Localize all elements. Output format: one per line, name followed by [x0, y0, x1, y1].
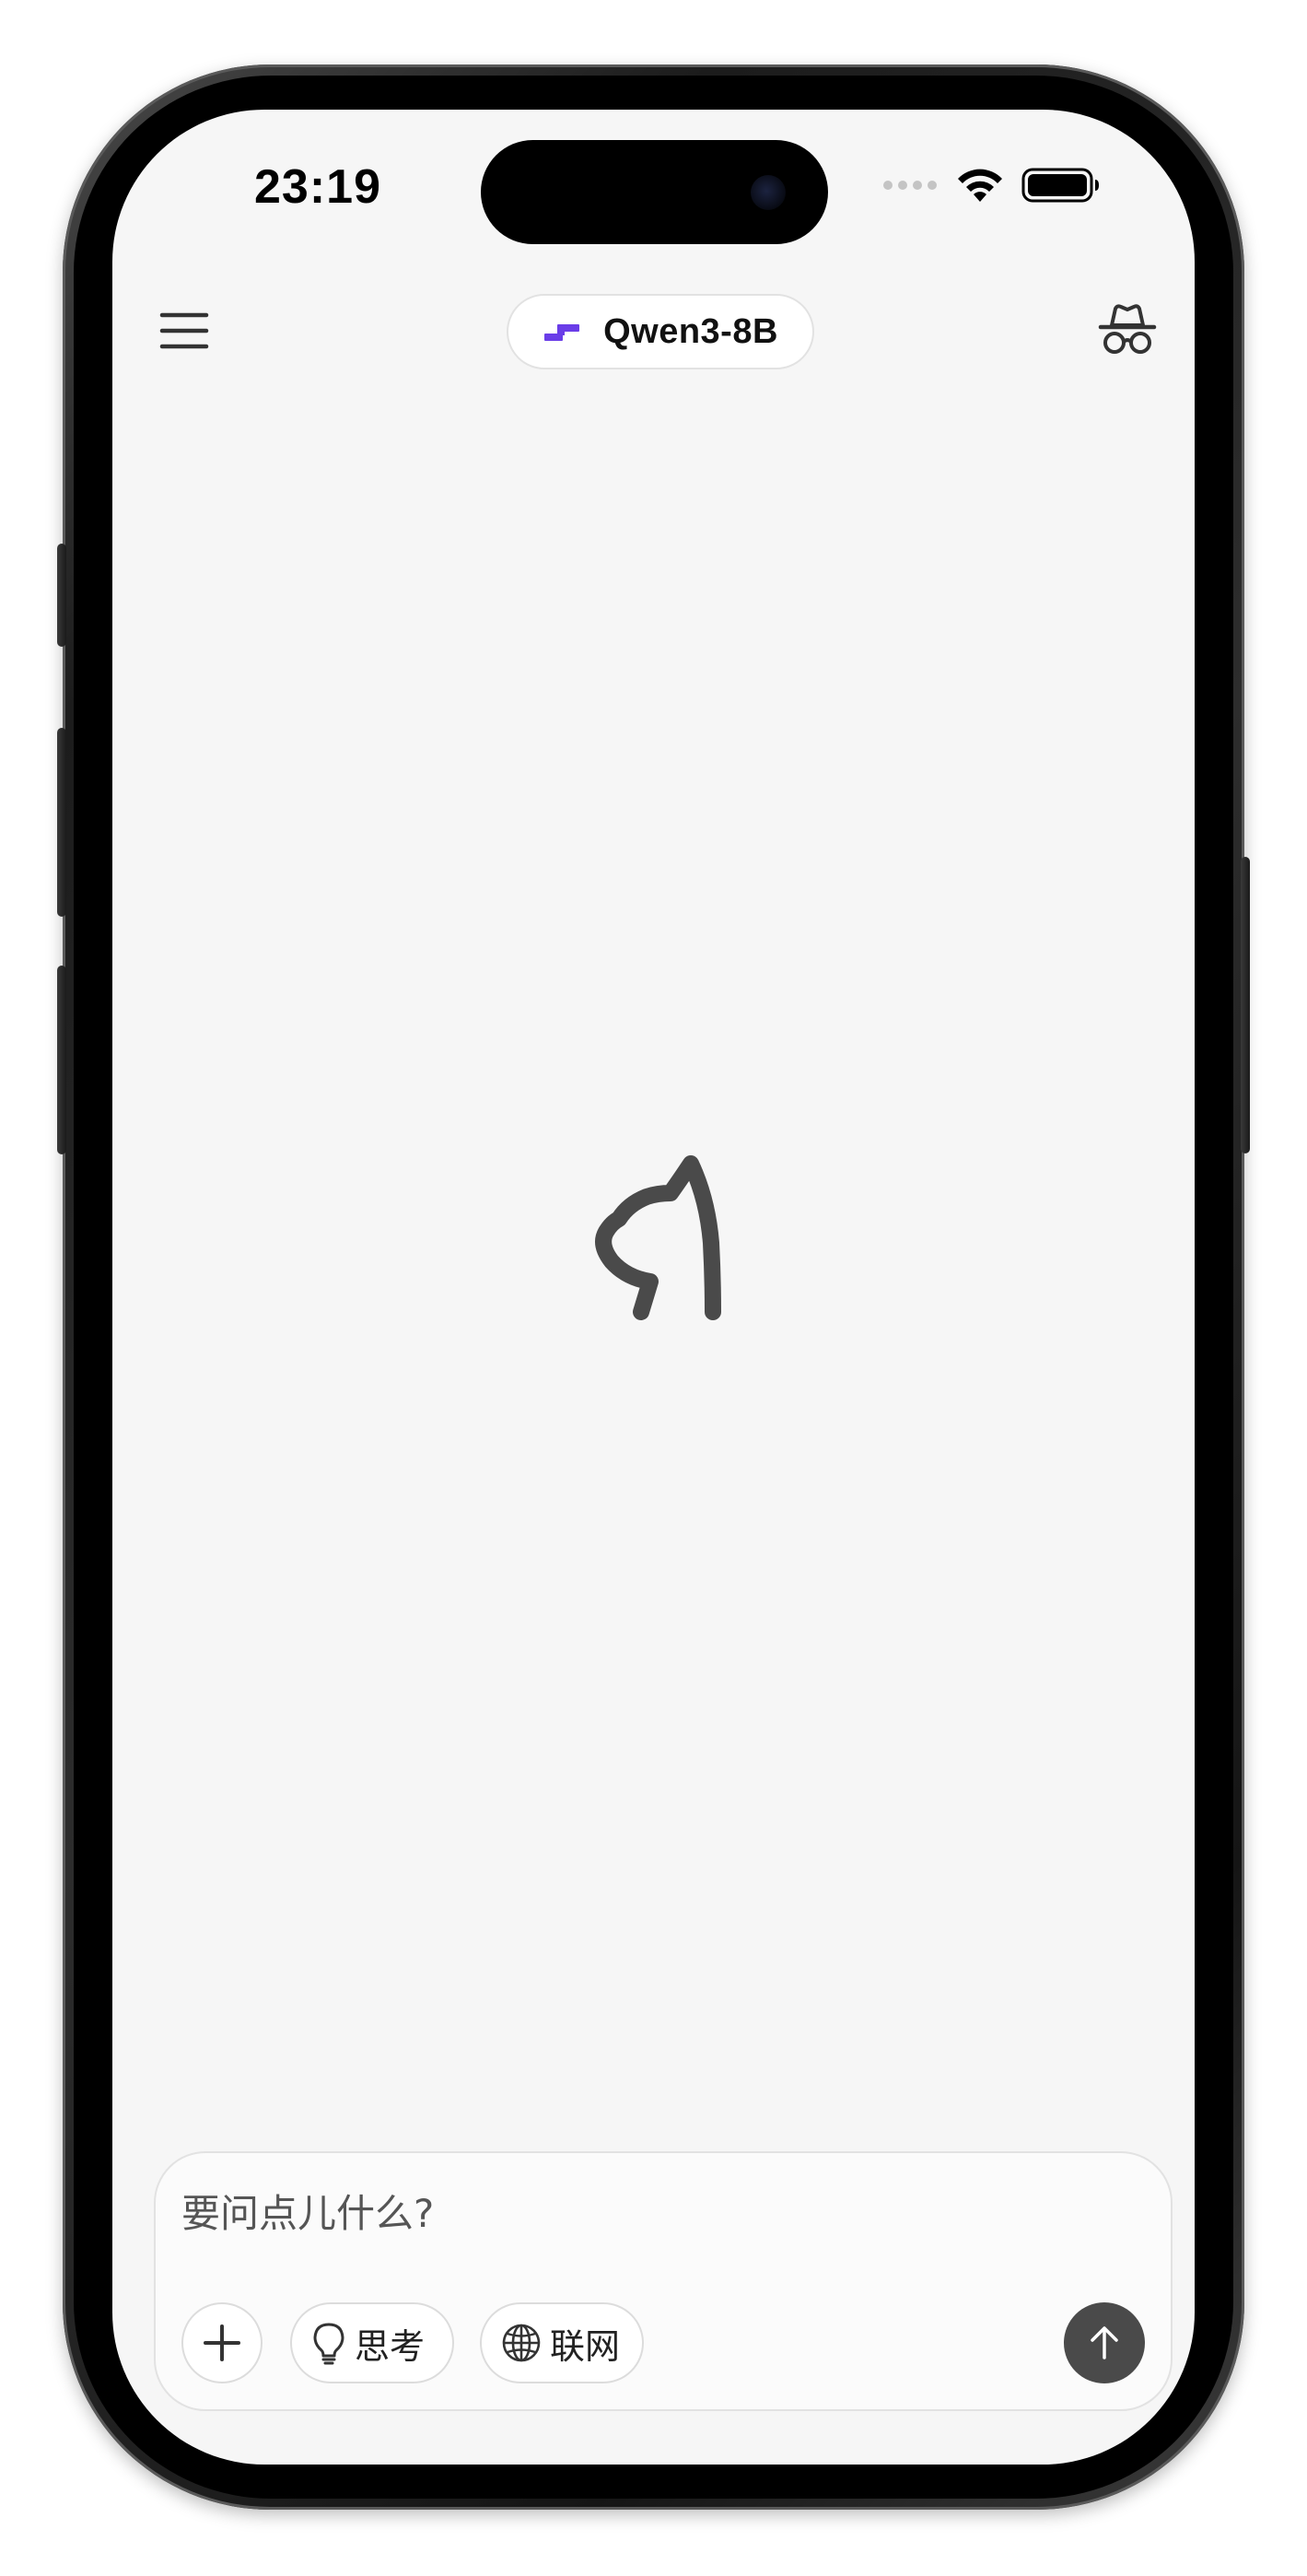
status-time: 23:19 [254, 160, 381, 214]
volume-down-button [57, 966, 66, 1154]
cat-logo-icon [571, 1123, 755, 1344]
globe-icon [502, 2324, 541, 2362]
web-search-toggle[interactable]: 联网 [480, 2302, 644, 2383]
model-selector[interactable]: Qwen3-8B [507, 294, 814, 369]
action-button [57, 544, 66, 647]
volume-up-button [57, 728, 66, 917]
status-icons [883, 167, 1101, 204]
incognito-icon [1098, 304, 1157, 354]
web-search-label: 联网 [550, 2325, 621, 2367]
front-camera [751, 175, 786, 210]
composer: 思考 联网 [154, 2151, 1173, 2411]
message-input[interactable] [181, 2181, 1139, 2245]
incognito-button[interactable] [1095, 299, 1160, 364]
qwen-logo-icon [544, 324, 580, 341]
app-screen: 23:19 Qwen3-8B 要问点儿什么? 思考 联网 [112, 110, 1195, 2465]
wifi-icon [958, 169, 1002, 202]
menu-button[interactable] [157, 308, 212, 354]
think-toggle[interactable]: 思考 [290, 2302, 454, 2383]
page: 23:19 Qwen3-8B 要问点儿什么? 思考 联网 [0, 0, 1307, 2576]
arrow-up-icon [1091, 2326, 1118, 2359]
model-name: Qwen3-8B [603, 311, 778, 351]
battery-icon [1021, 168, 1099, 203]
dynamic-island [481, 140, 828, 244]
add-attachment-button[interactable] [181, 2302, 263, 2383]
lightbulb-icon [313, 2323, 344, 2365]
power-button [1241, 857, 1250, 1153]
hamburger-menu-icon [159, 312, 209, 349]
think-label: 思考 [355, 2325, 426, 2367]
signal-dots-icon [883, 181, 937, 190]
send-button[interactable] [1064, 2302, 1145, 2383]
plus-icon [204, 2324, 240, 2361]
